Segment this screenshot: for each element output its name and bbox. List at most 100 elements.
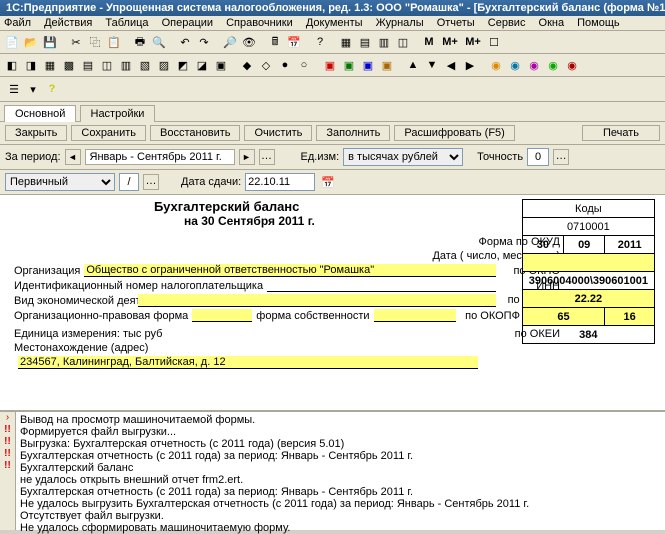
m-icon[interactable]: M (420, 33, 438, 51)
tab-main[interactable]: Основной (4, 105, 76, 122)
precision-input[interactable] (527, 148, 549, 166)
tb2-12-icon[interactable]: ▣ (212, 56, 230, 74)
calendar-icon[interactable]: 📅 (285, 33, 303, 51)
help-icon[interactable]: ? (311, 33, 329, 51)
period-prev-button[interactable]: ◄ (65, 149, 81, 165)
okved-value[interactable]: 22.22 (522, 290, 654, 308)
decode-button[interactable]: Расшифровать (F5) (394, 125, 514, 141)
m-plus-icon[interactable]: M+ (439, 33, 461, 51)
tb2-8-icon[interactable]: ▧ (136, 56, 154, 74)
tb2-23-icon[interactable]: ◀ (442, 56, 460, 74)
ownership-value[interactable] (374, 309, 456, 322)
submit-date-input[interactable] (245, 173, 315, 191)
menu-help[interactable]: Помощь (577, 17, 620, 29)
legal-form-value[interactable] (192, 309, 252, 322)
menu-references[interactable]: Справочники (226, 17, 293, 29)
period-picker-button[interactable]: … (259, 149, 275, 165)
tb3-help-icon[interactable]: ? (43, 80, 61, 98)
restore-button[interactable]: Восстановить (150, 125, 240, 141)
save-icon[interactable]: 💾 (41, 33, 59, 51)
paste-icon[interactable]: 📋 (105, 33, 123, 51)
copy-picker-button[interactable]: … (143, 174, 159, 190)
tb2-13-icon[interactable]: ◆ (238, 56, 256, 74)
menu-actions[interactable]: Действия (44, 17, 92, 29)
print-button[interactable]: Печать (582, 125, 660, 141)
tb2-4-icon[interactable]: ▩ (60, 56, 78, 74)
tb2-27-icon[interactable]: ◉ (525, 56, 543, 74)
undo-icon[interactable]: ↶ (176, 33, 194, 51)
tb2-26-icon[interactable]: ◉ (506, 56, 524, 74)
tb3-2-icon[interactable]: ▾ (24, 80, 42, 98)
tb2-24-icon[interactable]: ▶ (461, 56, 479, 74)
mx-icon[interactable]: ☐ (485, 33, 503, 51)
tb2-20-icon[interactable]: ▣ (378, 56, 396, 74)
binoculars-icon[interactable]: 👁 (240, 33, 258, 51)
doc1-icon[interactable]: ▦ (337, 33, 355, 51)
doc2-icon[interactable]: ▤ (356, 33, 374, 51)
find-icon[interactable]: 🔎 (221, 33, 239, 51)
m-plus2-icon[interactable]: M+ (462, 33, 484, 51)
tb3-1-icon[interactable]: ☰ (5, 80, 23, 98)
tb2-2-icon[interactable]: ◨ (22, 56, 40, 74)
tb2-16-icon[interactable]: ○ (295, 56, 313, 74)
log-text[interactable]: Вывод на просмотр машиночитаемой формы. … (16, 412, 665, 530)
okpo-value[interactable] (522, 254, 654, 272)
doc4-icon[interactable]: ◫ (394, 33, 412, 51)
tb2-25-icon[interactable]: ◉ (487, 56, 505, 74)
tb2-28-icon[interactable]: ◉ (544, 56, 562, 74)
address-value[interactable]: 234567, Калининград, Балтийская, д. 12 (18, 356, 478, 369)
tb2-17-icon[interactable]: ▣ (321, 56, 339, 74)
date-year: 2011 (605, 236, 655, 254)
preview-icon[interactable]: 🔍 (150, 33, 168, 51)
fill-button[interactable]: Заполнить (316, 125, 390, 141)
open-icon[interactable]: 📂 (22, 33, 40, 51)
toolbar-2: ◧ ◨ ▦ ▩ ▤ ◫ ▥ ▧ ▨ ◩ ◪ ▣ ◆ ◇ ● ○ ▣ ▣ ▣ ▣ … (0, 54, 665, 77)
menu-operations[interactable]: Операции (162, 17, 213, 29)
copy-icon[interactable]: ⿻ (86, 33, 104, 51)
report-type-select[interactable]: Первичный (5, 173, 115, 191)
calc-icon[interactable]: 🖩 (266, 33, 284, 51)
activity-value[interactable] (138, 294, 496, 307)
calendar-picker-icon[interactable]: 📅 (319, 173, 337, 191)
tb2-15-icon[interactable]: ● (276, 56, 294, 74)
tb2-6-icon[interactable]: ◫ (98, 56, 116, 74)
menu-service[interactable]: Сервис (488, 17, 526, 29)
tb2-18-icon[interactable]: ▣ (340, 56, 358, 74)
okopf-value[interactable]: 65 (522, 308, 605, 326)
tb2-9-icon[interactable]: ▨ (155, 56, 173, 74)
menu-table[interactable]: Таблица (105, 17, 148, 29)
tb2-29-icon[interactable]: ◉ (563, 56, 581, 74)
menu-windows[interactable]: Окна (539, 17, 565, 29)
period-next-button[interactable]: ► (239, 149, 255, 165)
tb2-19-icon[interactable]: ▣ (359, 56, 377, 74)
new-icon[interactable]: 📄 (3, 33, 21, 51)
clear-button[interactable]: Очистить (244, 125, 312, 141)
tb2-7-icon[interactable]: ▥ (117, 56, 135, 74)
tab-settings[interactable]: Настройки (80, 105, 156, 122)
menu-file[interactable]: Файл (4, 17, 31, 29)
cut-icon[interactable]: ✂ (67, 33, 85, 51)
tb2-3-icon[interactable]: ▦ (41, 56, 59, 74)
menu-journals[interactable]: Журналы (376, 17, 424, 29)
redo-icon[interactable]: ↷ (195, 33, 213, 51)
log-line: Бухгалтерская отчетность (с 2011 года) з… (20, 450, 661, 462)
close-button[interactable]: Закрыть (5, 125, 67, 141)
tb2-22-icon[interactable]: ▼ (423, 56, 441, 74)
tb2-14-icon[interactable]: ◇ (257, 56, 275, 74)
doc3-icon[interactable]: ▥ (375, 33, 393, 51)
print-icon[interactable]: 🖶 (131, 33, 149, 51)
tb2-5-icon[interactable]: ▤ (79, 56, 97, 74)
copy-input[interactable] (119, 173, 139, 191)
save-button[interactable]: Сохранить (71, 125, 146, 141)
tb2-11-icon[interactable]: ◪ (193, 56, 211, 74)
tb2-1-icon[interactable]: ◧ (3, 56, 21, 74)
precision-picker-button[interactable]: … (553, 149, 569, 165)
header-bar-2: Первичный … Дата сдачи: 📅 (0, 170, 665, 195)
unit-select[interactable]: в тысячах рублей (343, 148, 463, 166)
menu-documents[interactable]: Документы (306, 17, 363, 29)
tb2-21-icon[interactable]: ▲ (404, 56, 422, 74)
org-value[interactable]: Общество с ограниченной ответственностью… (84, 264, 496, 277)
menu-reports[interactable]: Отчеты (437, 17, 475, 29)
okfs-value[interactable]: 16 (605, 308, 655, 326)
tb2-10-icon[interactable]: ◩ (174, 56, 192, 74)
